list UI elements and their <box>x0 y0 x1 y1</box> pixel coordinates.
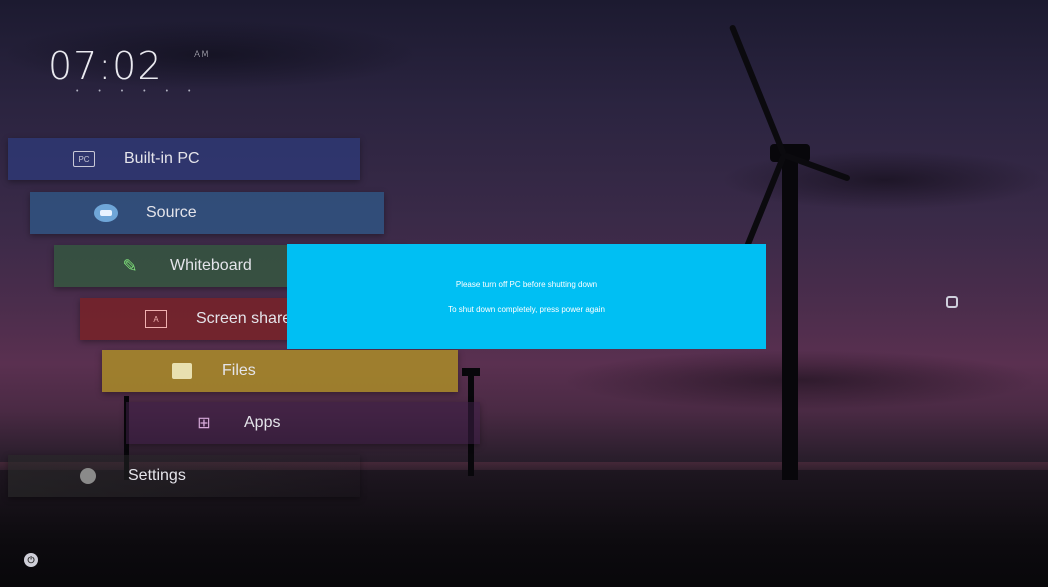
menu-item-label: Source <box>146 204 197 221</box>
widget-toggle-icon[interactable] <box>946 296 958 308</box>
power-icon: ⏻ <box>27 554 35 565</box>
clock: 07:02 AM <box>48 44 209 88</box>
menu-item-built-in-pc[interactable]: PC Built-in PC <box>8 138 360 180</box>
cloud <box>560 350 1040 410</box>
menu-item-files[interactable]: Files <box>102 350 458 392</box>
gear-icon <box>76 466 100 486</box>
date-indicator: • • • • • • <box>76 88 200 95</box>
clock-ampm: AM <box>194 50 210 60</box>
power-button[interactable]: ⏻ <box>24 553 38 567</box>
apps-grid-icon: ⊞ <box>197 415 211 432</box>
source-icon <box>94 203 118 223</box>
pc-icon: PC <box>72 149 96 169</box>
menu-item-label: Settings <box>128 467 186 484</box>
menu-item-label: Built-in PC <box>124 150 200 167</box>
menu-item-apps[interactable]: ⊞ Apps <box>126 402 480 444</box>
clock-time: 07:02 <box>48 44 163 88</box>
shutdown-notice-dialog: Please turn off PC before shutting down … <box>287 244 766 349</box>
screen-share-icon: A <box>144 309 168 329</box>
pen-icon: ✎ <box>122 255 138 276</box>
menu-item-label: Screen share <box>196 310 292 327</box>
menu-item-label: Whiteboard <box>170 257 252 274</box>
menu-item-label: Apps <box>244 414 281 431</box>
folder-icon <box>170 361 194 381</box>
menu-item-source[interactable]: Source <box>30 192 384 234</box>
menu-item-settings[interactable]: Settings <box>8 455 360 497</box>
dialog-message-line-2: To shut down completely, press power aga… <box>448 304 605 314</box>
menu-item-label: Files <box>222 362 256 379</box>
dialog-message-line-1: Please turn off PC before shutting down <box>455 279 598 289</box>
